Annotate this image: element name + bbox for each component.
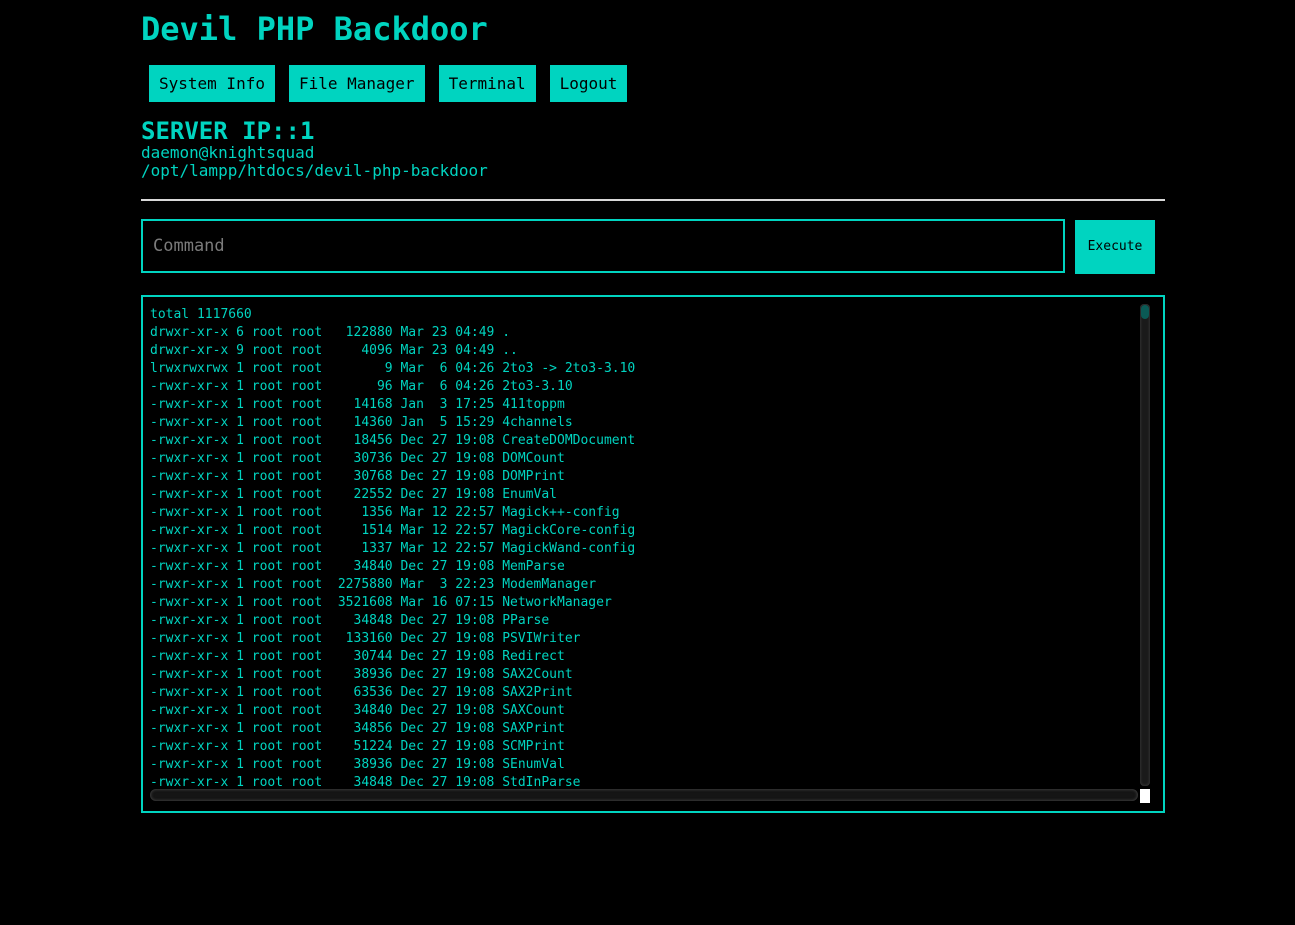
output-line: drwxr-xr-x 6 root root 122880 Mar 23 04:… bbox=[150, 325, 511, 340]
output-line: -rwxr-xr-x 1 root root 30768 Dec 27 19:0… bbox=[150, 469, 565, 484]
output-line: lrwxrwxrwx 1 root root 9 Mar 6 04:26 2to… bbox=[150, 361, 636, 376]
execute-button[interactable]: Execute bbox=[1075, 220, 1155, 274]
output-line: -rwxr-xr-x 1 root root 96 Mar 6 04:26 2t… bbox=[150, 379, 573, 394]
output-line: -rwxr-xr-x 1 root root 22552 Dec 27 19:0… bbox=[150, 487, 557, 502]
output-text: total 1117660 drwxr-xr-x 6 root root 122… bbox=[150, 306, 1138, 789]
output-line: -rwxr-xr-x 1 root root 1514 Mar 12 22:57… bbox=[150, 523, 636, 538]
command-input[interactable] bbox=[141, 219, 1065, 273]
output-line: -rwxr-xr-x 1 root root 1337 Mar 12 22:57… bbox=[150, 541, 636, 556]
output-line: -rwxr-xr-x 1 root root 14168 Jan 3 17:25… bbox=[150, 397, 565, 412]
current-path: /opt/lampp/htdocs/devil-php-backdoor bbox=[141, 161, 488, 180]
output-line: -rwxr-xr-x 1 root root 1356 Mar 12 22:57… bbox=[150, 505, 620, 520]
vertical-scrollbar[interactable] bbox=[1140, 304, 1150, 786]
page-title: Devil PHP Backdoor bbox=[141, 10, 488, 48]
output-line: -rwxr-xr-x 1 root root 2275880 Mar 3 22:… bbox=[150, 577, 597, 592]
output-line: -rwxr-xr-x 1 root root 51224 Dec 27 19:0… bbox=[150, 739, 565, 754]
output-line: -rwxr-xr-x 1 root root 34840 Dec 27 19:0… bbox=[150, 559, 565, 574]
divider bbox=[141, 199, 1165, 201]
output-line: -rwxr-xr-x 1 root root 38936 Dec 27 19:0… bbox=[150, 667, 573, 682]
vertical-scrollbar-thumb[interactable] bbox=[1141, 305, 1149, 319]
system-info-button[interactable]: System Info bbox=[149, 65, 275, 102]
output-line: -rwxr-xr-x 1 root root 30744 Dec 27 19:0… bbox=[150, 649, 565, 664]
horizontal-scrollbar[interactable] bbox=[150, 789, 1138, 801]
terminal-button[interactable]: Terminal bbox=[438, 65, 536, 102]
output-line: -rwxr-xr-x 1 root root 34840 Dec 27 19:0… bbox=[150, 703, 565, 718]
nav-bar: System Info File Manager Terminal Logout bbox=[149, 65, 641, 103]
output-line: -rwxr-xr-x 1 root root 30736 Dec 27 19:0… bbox=[150, 451, 565, 466]
output-line: -rwxr-xr-x 1 root root 34856 Dec 27 19:0… bbox=[150, 721, 565, 736]
output-line: -rwxr-xr-x 1 root root 63536 Dec 27 19:0… bbox=[150, 685, 573, 700]
server-ip: SERVER IP::1 bbox=[141, 117, 315, 145]
output-line: -rwxr-xr-x 1 root root 14360 Jan 5 15:29… bbox=[150, 415, 573, 430]
file-manager-button[interactable]: File Manager bbox=[288, 65, 425, 102]
output-line: -rwxr-xr-x 1 root root 34848 Dec 27 19:0… bbox=[150, 775, 581, 789]
output-line: -rwxr-xr-x 1 root root 3521608 Mar 16 07… bbox=[150, 595, 612, 610]
output-line: -rwxr-xr-x 1 root root 18456 Dec 27 19:0… bbox=[150, 433, 636, 448]
current-user: daemon@knightsquad bbox=[141, 143, 315, 162]
output-line: total 1117660 bbox=[150, 307, 252, 322]
logout-button[interactable]: Logout bbox=[549, 65, 628, 102]
output-line: -rwxr-xr-x 1 root root 34848 Dec 27 19:0… bbox=[150, 613, 550, 628]
output-line: -rwxr-xr-x 1 root root 38936 Dec 27 19:0… bbox=[150, 757, 565, 772]
output-line: -rwxr-xr-x 1 root root 133160 Dec 27 19:… bbox=[150, 631, 581, 646]
resize-handle[interactable] bbox=[1140, 789, 1150, 803]
command-output: total 1117660 drwxr-xr-x 6 root root 122… bbox=[141, 295, 1165, 813]
output-line: drwxr-xr-x 9 root root 4096 Mar 23 04:49… bbox=[150, 343, 518, 358]
